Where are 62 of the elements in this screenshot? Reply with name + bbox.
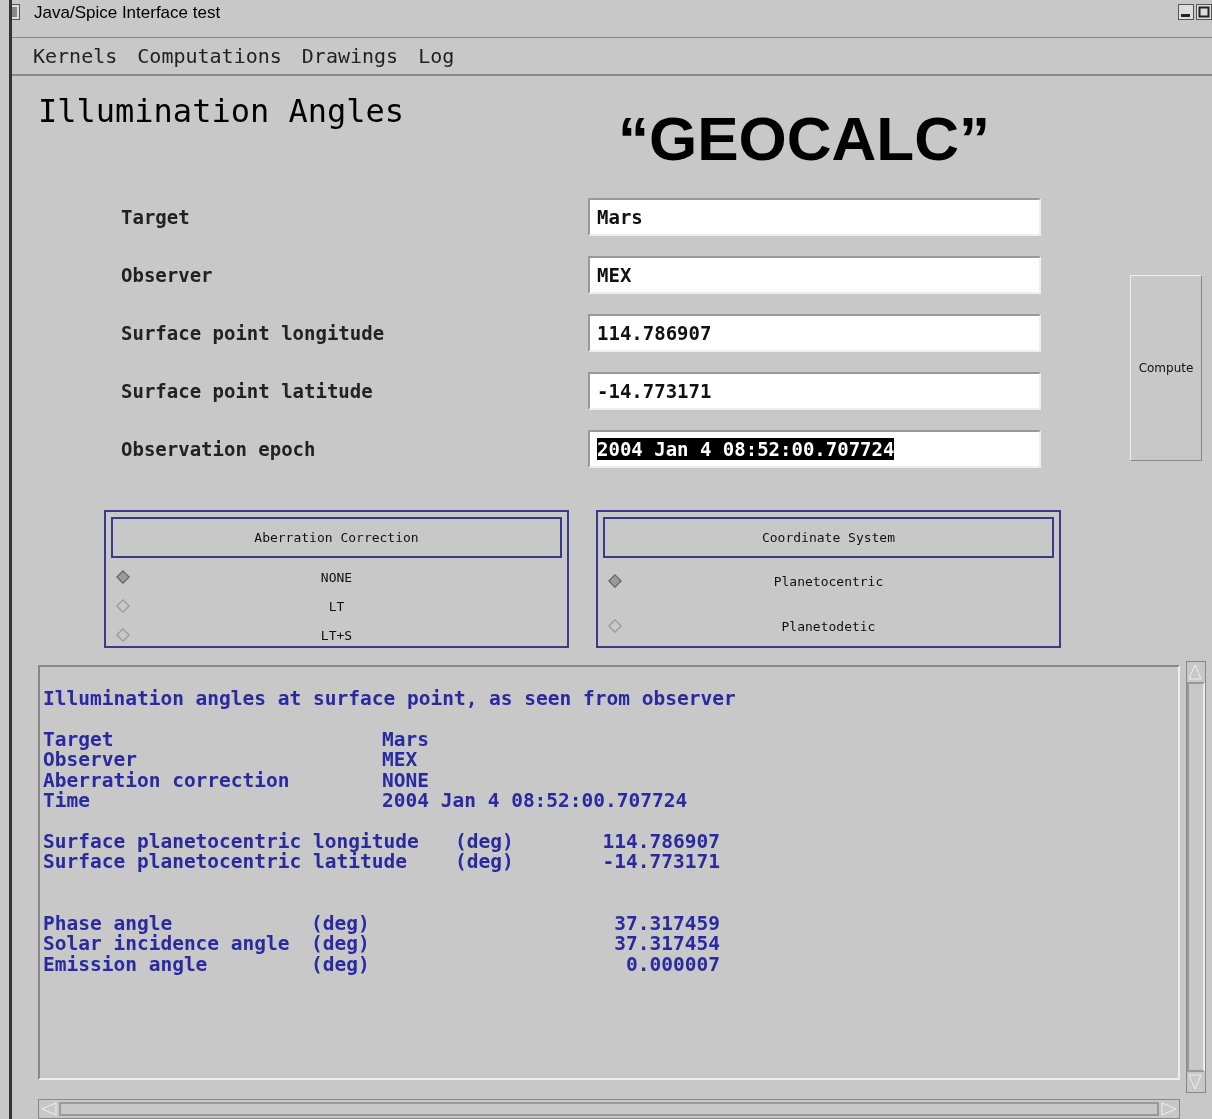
output-label: Target [43,729,114,750]
scroll-right-icon[interactable] [1159,1101,1179,1117]
output-unit: (deg) [455,831,515,852]
output-label: Surface planetocentric latitude [43,852,407,873]
output-label: Phase angle [43,913,173,934]
output-unit: (deg) [311,913,371,934]
output-value: 37.317454 [613,934,720,955]
field-label: Surface point latitude [121,380,374,402]
field-label: Observation epoch [121,438,317,460]
menu-item[interactable]: Computations [137,44,282,68]
output-value: 37.317459 [613,913,720,934]
scroll-down-icon[interactable] [1187,1072,1203,1092]
input-field[interactable]: -14.773171 [588,372,1041,410]
radio-label: Planetocentric [773,573,884,589]
output-value: 2004 Jan 4 08:52:00.707724 [382,791,688,812]
radio-button[interactable] [116,570,130,584]
radio-label: NONE [320,569,353,585]
output-value: 114.786907 [601,831,720,852]
window-title: Java/Spice Interface test [34,3,222,23]
radio-button[interactable] [116,599,130,613]
menu-item[interactable]: Kernels [33,44,118,68]
input-field[interactable]: 114.786907 [588,314,1041,352]
radio-label: LT [328,598,345,614]
output-heading: Illumination angles at surface point, as seen from observer [43,689,737,710]
group-title: Coordinate System [603,517,1054,558]
output-label: Emission angle [43,954,209,975]
scroll-up-icon[interactable] [1187,662,1203,682]
group-title: Aberration Correction [111,517,562,558]
output-value: 0.000007 [625,954,720,975]
horizontal-scrollbar[interactable] [38,1099,1180,1119]
output-unit: (deg) [455,852,515,873]
radio-button[interactable] [608,619,622,633]
field-label: Surface point longitude [121,322,386,344]
vertical-scrollbar[interactable] [1186,661,1206,1093]
output-value: Mars [382,729,430,750]
scroll-left-icon[interactable] [39,1101,59,1117]
radio-button[interactable] [608,574,622,588]
input-field[interactable]: Mars [588,198,1041,236]
output-label: Aberration correction [43,770,291,791]
annotation-text: “GEOCALC” [618,106,990,172]
menu-item[interactable]: Log [418,44,455,68]
input-field[interactable]: 2004 Jan 4 08:52:00.707724 [588,430,1041,468]
output-value: NONE [382,770,430,791]
output-label: Time [43,791,91,812]
menu-item[interactable]: Drawings [301,44,399,68]
compute-button[interactable]: Compute [1130,275,1202,461]
panel-heading: Illumination Angles [38,92,406,132]
radio-label: Planetodetic [781,618,876,634]
output-value: -14.773171 [601,852,720,873]
input-field[interactable]: MEX [588,256,1041,294]
output-label: Observer [43,750,138,771]
output-unit: (deg) [311,954,371,975]
output-label: Surface planetocentric longitude [43,831,420,852]
radio-label: LT+S [320,627,353,643]
minimize-icon[interactable] [1178,4,1194,20]
output-value: MEX [382,750,419,771]
maximize-icon[interactable] [1196,4,1212,20]
output-label: Solar incidence angle [43,934,291,955]
radio-button[interactable] [116,628,130,642]
output-unit: (deg) [311,934,371,955]
field-label: Observer [121,264,214,286]
field-label: Target [121,206,191,228]
